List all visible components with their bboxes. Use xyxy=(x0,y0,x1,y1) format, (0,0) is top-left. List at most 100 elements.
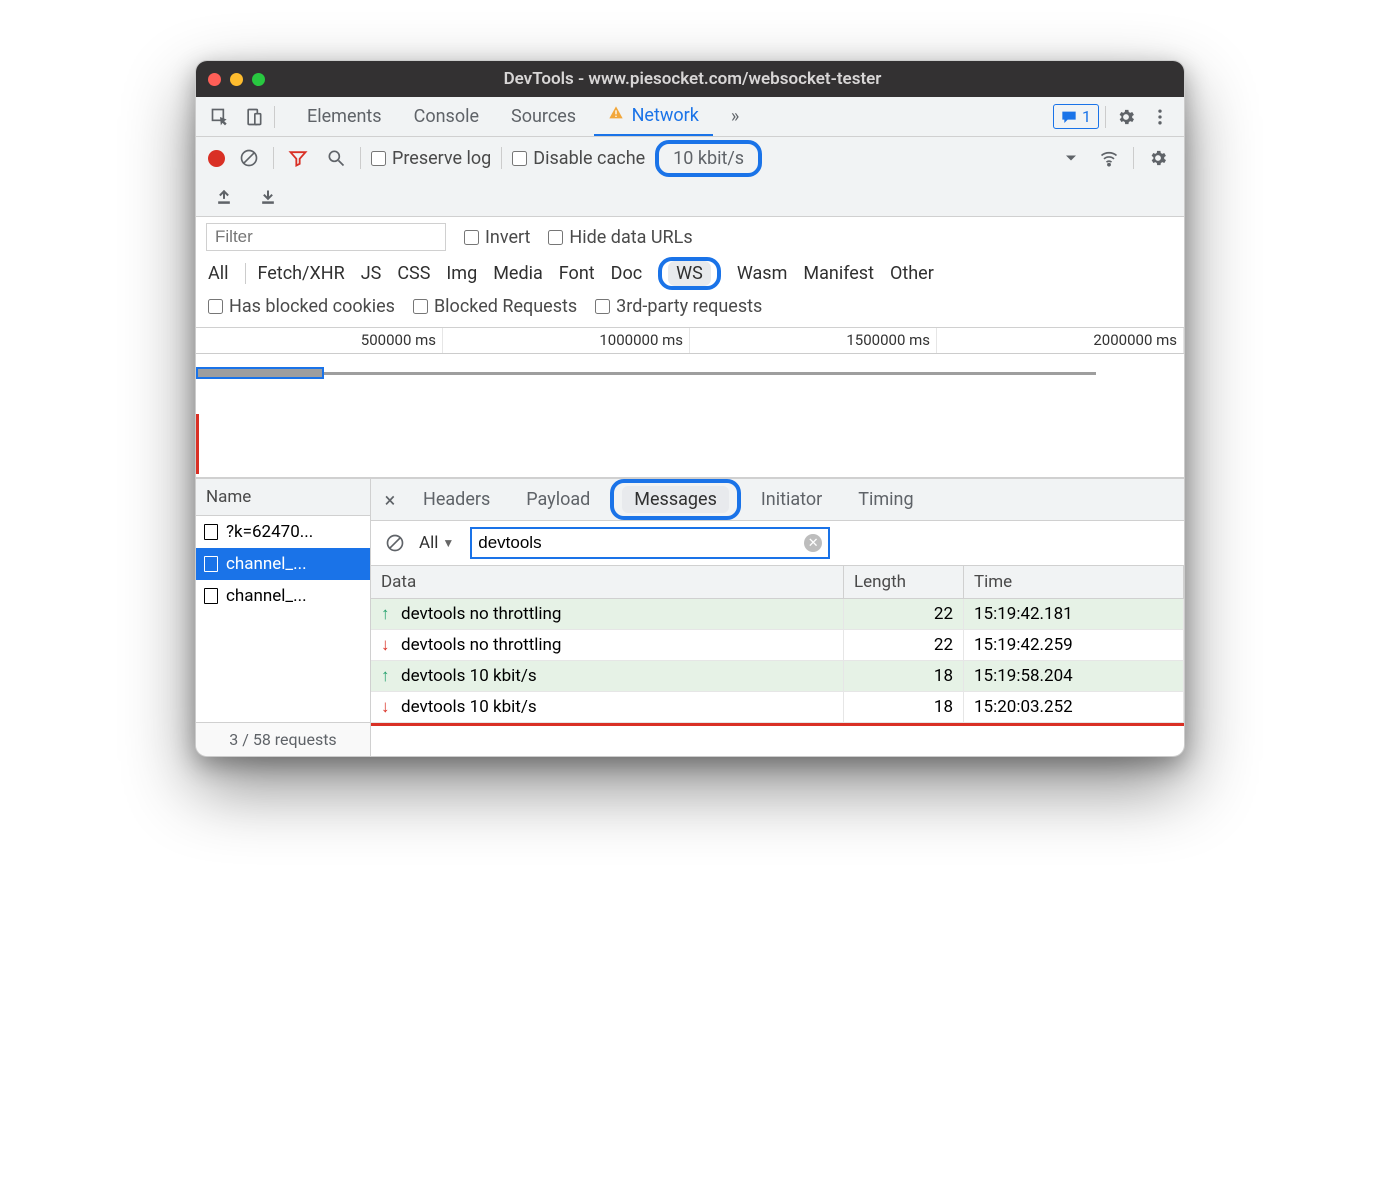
zoom-window-button[interactable] xyxy=(252,73,265,86)
col-time[interactable]: Time xyxy=(964,566,1184,598)
messages-search-input[interactable] xyxy=(478,533,798,553)
invert-checkbox[interactable]: Invert xyxy=(464,227,530,248)
messages-search-box[interactable]: ✕ xyxy=(470,527,830,559)
type-filter-manifest[interactable]: Manifest xyxy=(803,263,874,284)
type-filter-media[interactable]: Media xyxy=(493,263,543,284)
network-settings-icon[interactable] xyxy=(1144,144,1172,172)
type-filter-js[interactable]: JS xyxy=(361,263,382,284)
message-row[interactable]: ↓ devtools no throttling 2215:19:42.259 xyxy=(371,630,1184,661)
third-party-checkbox[interactable]: 3rd-party requests xyxy=(595,296,762,317)
tab-elements[interactable]: Elements xyxy=(293,98,396,135)
type-filter-all[interactable]: All xyxy=(208,263,229,284)
type-filter-ws[interactable]: WS xyxy=(668,261,711,286)
clear-icon[interactable] xyxy=(235,144,263,172)
record-button[interactable] xyxy=(208,150,225,167)
warning-icon xyxy=(608,105,624,121)
hide-data-urls-checkbox[interactable]: Hide data URLs xyxy=(548,227,692,248)
more-tabs-button[interactable]: » xyxy=(717,98,753,135)
message-row[interactable]: ↓ devtools 10 kbit/s 1815:20:03.252 xyxy=(371,692,1184,723)
message-length: 22 xyxy=(844,630,964,660)
requests-summary: 3 / 58 requests xyxy=(196,722,370,756)
type-filter-doc[interactable]: Doc xyxy=(611,263,643,284)
col-data[interactable]: Data xyxy=(371,566,844,598)
message-time: 15:20:03.252 xyxy=(964,692,1184,722)
col-length[interactable]: Length xyxy=(844,566,964,598)
messages-end-marker xyxy=(371,723,1184,726)
export-har-icon[interactable] xyxy=(254,184,282,212)
disable-cache-checkbox[interactable]: Disable cache xyxy=(512,148,645,169)
window-controls xyxy=(208,73,265,86)
request-name: channel_... xyxy=(226,554,307,574)
message-data: devtools 10 kbit/s xyxy=(401,697,537,717)
request-row[interactable]: channel_... xyxy=(196,580,370,612)
file-icon xyxy=(204,556,218,572)
preserve-log-checkbox[interactable]: Preserve log xyxy=(371,148,491,169)
close-details-button[interactable]: × xyxy=(377,488,403,512)
arrow-down-icon: ↓ xyxy=(381,697,395,717)
throttle-dropdown-icon[interactable] xyxy=(1057,144,1085,172)
message-row[interactable]: ↑devtools 10 kbit/s1815:19:58.204 xyxy=(371,661,1184,692)
type-filter-other[interactable]: Other xyxy=(890,263,934,284)
message-row[interactable]: ↑devtools no throttling2215:19:42.181 xyxy=(371,599,1184,630)
message-time: 15:19:42.181 xyxy=(964,599,1184,629)
filter-bar: Invert Hide data URLs All Fetch/XHR JS C… xyxy=(196,217,1184,328)
request-row[interactable]: channel_... xyxy=(196,548,370,580)
device-toggle-icon[interactable] xyxy=(240,103,268,131)
requests-panel: Name ?k=62470... channel_... channel_...… xyxy=(196,478,1184,756)
har-toolbar xyxy=(196,179,1184,217)
message-data: devtools no throttling xyxy=(401,635,561,655)
detail-tab-messages[interactable]: Messages xyxy=(622,486,729,513)
search-icon[interactable] xyxy=(322,144,350,172)
issues-badge[interactable]: 1 xyxy=(1053,104,1099,129)
tab-console[interactable]: Console xyxy=(400,98,493,135)
filter-toggle-icon[interactable] xyxy=(284,144,312,172)
name-column-header[interactable]: Name xyxy=(196,479,370,516)
message-length: 18 xyxy=(844,692,964,722)
arrow-up-icon: ↑ xyxy=(381,604,395,624)
arrow-up-icon: ↑ xyxy=(381,666,395,686)
inspect-element-icon[interactable] xyxy=(206,103,234,131)
message-length: 18 xyxy=(844,661,964,691)
type-filter-fetchxhr[interactable]: Fetch/XHR xyxy=(245,263,345,284)
clear-search-icon[interactable]: ✕ xyxy=(804,534,822,552)
timeline-tick: 1500000 ms xyxy=(690,328,937,353)
type-filter-font[interactable]: Font xyxy=(559,263,595,284)
request-row[interactable]: ?k=62470... xyxy=(196,516,370,548)
minimize-window-button[interactable] xyxy=(230,73,243,86)
tab-network[interactable]: Network xyxy=(594,97,713,136)
timeline-selection[interactable] xyxy=(196,367,324,379)
network-toolbar: Preserve log Disable cache 10 kbit/s xyxy=(196,137,1184,179)
filter-input[interactable] xyxy=(206,223,446,251)
window-title: DevTools - www.piesocket.com/websocket-t… xyxy=(265,69,1120,89)
detail-tab-messages-highlight: Messages xyxy=(610,479,741,520)
type-filter-wasm[interactable]: Wasm xyxy=(737,263,788,284)
titlebar: DevTools - www.piesocket.com/websocket-t… xyxy=(196,61,1184,97)
settings-icon[interactable] xyxy=(1112,103,1140,131)
message-time: 15:19:42.259 xyxy=(964,630,1184,660)
has-blocked-cookies-checkbox[interactable]: Has blocked cookies xyxy=(208,296,395,317)
detail-tab-timing[interactable]: Timing xyxy=(842,482,929,517)
tab-sources[interactable]: Sources xyxy=(497,98,590,135)
network-conditions-icon[interactable] xyxy=(1095,144,1123,172)
type-filter-css[interactable]: CSS xyxy=(397,263,430,284)
detail-tabs: × Headers Payload Messages Initiator Tim… xyxy=(371,479,1184,521)
timeline-tick: 500000 ms xyxy=(196,328,443,353)
import-har-icon[interactable] xyxy=(210,184,238,212)
requests-list: Name ?k=62470... channel_... channel_...… xyxy=(196,479,371,756)
close-window-button[interactable] xyxy=(208,73,221,86)
clear-messages-icon[interactable] xyxy=(381,529,409,557)
message-data: devtools 10 kbit/s xyxy=(401,666,537,686)
timeline-overview[interactable]: 500000 ms 1000000 ms 1500000 ms 2000000 … xyxy=(196,328,1184,478)
detail-tab-initiator[interactable]: Initiator xyxy=(745,482,838,517)
detail-tab-headers[interactable]: Headers xyxy=(407,482,506,517)
detail-tab-payload[interactable]: Payload xyxy=(510,482,606,517)
blocked-requests-checkbox[interactable]: Blocked Requests xyxy=(413,296,577,317)
message-length: 22 xyxy=(844,599,964,629)
throttling-select[interactable]: 10 kbit/s xyxy=(655,140,762,177)
messages-type-dropdown[interactable]: All ▼ xyxy=(419,533,460,553)
kebab-menu-icon[interactable] xyxy=(1146,103,1174,131)
type-filter-img[interactable]: Img xyxy=(446,263,477,284)
request-name: channel_... xyxy=(226,586,307,606)
arrow-down-icon: ↓ xyxy=(381,635,395,655)
timeline-tick: 1000000 ms xyxy=(443,328,690,353)
